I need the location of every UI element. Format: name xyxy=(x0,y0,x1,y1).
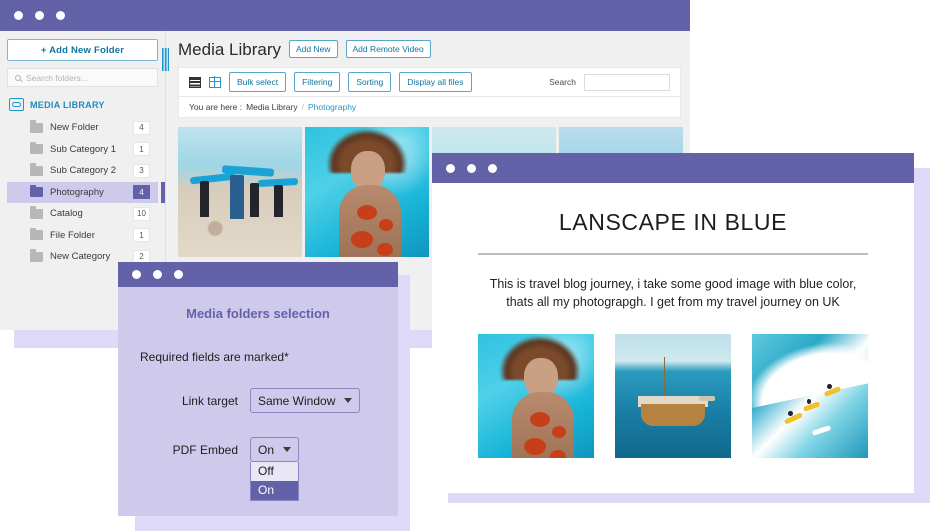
pdf-embed-dropdown-options: Off On xyxy=(250,462,300,501)
folder-count-badge: 4 xyxy=(133,120,150,135)
bulk-select-button[interactable]: Bulk select xyxy=(229,72,287,92)
folder-icon xyxy=(30,120,43,133)
folder-name: File Folder xyxy=(50,229,95,241)
pdf-embed-select[interactable]: On xyxy=(250,437,300,462)
breadcrumb-separator: / xyxy=(301,102,304,112)
pdf-embed-field-row: PDF Embed On Off On xyxy=(118,437,398,501)
folder-count-badge: 3 xyxy=(133,163,150,178)
add-remote-video-button[interactable]: Add Remote Video xyxy=(345,40,431,58)
media-thumbnail-surfers-beach[interactable] xyxy=(178,127,302,257)
folder-icon xyxy=(30,141,43,155)
blog-thumbnail-boats-on-sea[interactable] xyxy=(615,334,731,459)
add-new-folder-button[interactable]: + Add New Folder xyxy=(7,39,158,61)
sorting-button[interactable]: Sorting xyxy=(348,72,392,92)
media-library-logo-icon xyxy=(9,98,24,111)
folder-icon xyxy=(30,184,43,198)
media-library-heading-label: MEDIA LIBRARY xyxy=(30,99,105,110)
folder-list: New Folder 4 Sub Category 1 1 Sub Catego… xyxy=(7,117,165,268)
sidebar-resize-handle[interactable] xyxy=(162,48,169,71)
blog-body: LANSCAPE IN BLUE This is travel blog jou… xyxy=(432,183,914,493)
chevron-down-icon xyxy=(344,398,353,403)
window-dot-maximize-icon[interactable] xyxy=(56,11,65,20)
search-folders-placeholder: Search folders... xyxy=(26,72,88,83)
link-target-select[interactable]: Same Window xyxy=(250,388,361,413)
window-dot-close-icon[interactable] xyxy=(14,11,23,20)
folder-row-new-folder[interactable]: New Folder 4 xyxy=(7,117,158,139)
folder-icon xyxy=(30,249,43,262)
grid-view-icon[interactable] xyxy=(208,76,221,88)
blog-thumbnail-surfers-wave[interactable] xyxy=(752,334,868,459)
folder-row-catalog[interactable]: Catalog 10 xyxy=(7,203,158,225)
blog-titlebar xyxy=(432,153,914,183)
window-dot-minimize-icon[interactable] xyxy=(35,11,44,20)
link-target-field-row: Link target Same Window xyxy=(118,388,398,413)
media-library-heading: MEDIA LIBRARY xyxy=(7,98,158,111)
window-dot-minimize-icon[interactable] xyxy=(467,163,476,173)
blog-thumbnail-underwater-woman[interactable] xyxy=(478,334,594,459)
page-title: Media Library xyxy=(178,40,281,59)
link-target-value: Same Window xyxy=(258,393,336,408)
display-all-files-button[interactable]: Display all files xyxy=(399,72,472,92)
folder-count-badge: 1 xyxy=(133,142,150,157)
blog-title: LANSCAPE IN BLUE xyxy=(558,209,788,235)
folder-name: Sub Category 2 xyxy=(50,165,117,177)
required-fields-note: Required fields are marked* xyxy=(140,350,289,364)
folder-count-badge: 1 xyxy=(133,228,150,243)
search-label: Search xyxy=(549,77,576,87)
list-view-icon[interactable] xyxy=(189,76,201,88)
breadcrumb-prefix: You are here : xyxy=(189,102,243,112)
modal-title: Media folders selection xyxy=(186,306,330,321)
add-new-button[interactable]: Add New xyxy=(289,40,338,58)
folder-row-photography[interactable]: Photography 4 xyxy=(7,181,165,203)
folder-icon xyxy=(30,206,43,219)
chevron-down-icon xyxy=(283,447,292,452)
pdf-embed-label: PDF Embed xyxy=(172,442,238,457)
modal-titlebar xyxy=(118,262,398,287)
breadcrumb: You are here : Media Library / Photograp… xyxy=(178,97,681,118)
link-target-label: Link target xyxy=(181,393,238,408)
window-dot-close-icon[interactable] xyxy=(446,163,455,173)
content-header: Media Library Add New Add Remote Video xyxy=(178,40,681,58)
blog-divider xyxy=(478,253,868,255)
folder-count-badge: 4 xyxy=(133,185,150,200)
window-dot-maximize-icon[interactable] xyxy=(488,163,497,173)
filtering-button[interactable]: Filtering xyxy=(294,72,341,92)
folder-icon xyxy=(30,227,43,241)
media-folders-selection-modal: Media folders selection Required fields … xyxy=(118,262,398,516)
pdf-embed-option-off[interactable]: Off xyxy=(251,462,298,481)
folder-name: New Folder xyxy=(50,122,99,134)
folder-name: New Category xyxy=(50,251,111,263)
window-dot-maximize-icon[interactable] xyxy=(174,270,183,279)
folder-name: Catalog xyxy=(50,208,83,220)
breadcrumb-root[interactable]: Media Library xyxy=(246,102,298,112)
media-search-input[interactable] xyxy=(584,73,670,91)
folder-count-badge: 10 xyxy=(133,206,150,221)
folder-name: Photography xyxy=(50,186,104,198)
blog-gallery xyxy=(478,334,868,459)
blog-paragraph: This is travel blog journey, i take some… xyxy=(489,277,857,310)
pdf-embed-option-on[interactable]: On xyxy=(251,481,299,500)
link-target-select-wrap: Same Window xyxy=(250,388,361,413)
pdf-embed-value: On xyxy=(258,442,275,457)
media-thumbnail-underwater-woman[interactable] xyxy=(305,127,429,257)
window-dot-close-icon[interactable] xyxy=(132,270,141,279)
media-library-titlebar xyxy=(0,0,690,31)
folder-name: Sub Category 1 xyxy=(50,143,117,155)
add-new-folder-label: + Add New Folder xyxy=(40,44,125,56)
screenshot-stage: + Add New Folder Search folders... MEDIA… xyxy=(0,0,930,531)
folder-row-file-folder[interactable]: File Folder 1 xyxy=(7,225,158,247)
media-toolbar: Bulk select Filtering Sorting Display al… xyxy=(178,67,681,97)
pdf-embed-select-wrap: On Off On xyxy=(250,437,300,501)
folder-icon xyxy=(30,163,43,176)
blog-preview-window: LANSCAPE IN BLUE This is travel blog jou… xyxy=(432,153,914,493)
search-folders-input[interactable]: Search folders... xyxy=(7,68,158,87)
breadcrumb-current[interactable]: Photography xyxy=(308,102,356,112)
search-icon xyxy=(15,74,21,81)
folder-row-sub-category-2[interactable]: Sub Category 2 3 xyxy=(7,160,158,182)
folder-row-sub-category-1[interactable]: Sub Category 1 1 xyxy=(7,139,158,161)
window-dot-minimize-icon[interactable] xyxy=(153,270,162,279)
